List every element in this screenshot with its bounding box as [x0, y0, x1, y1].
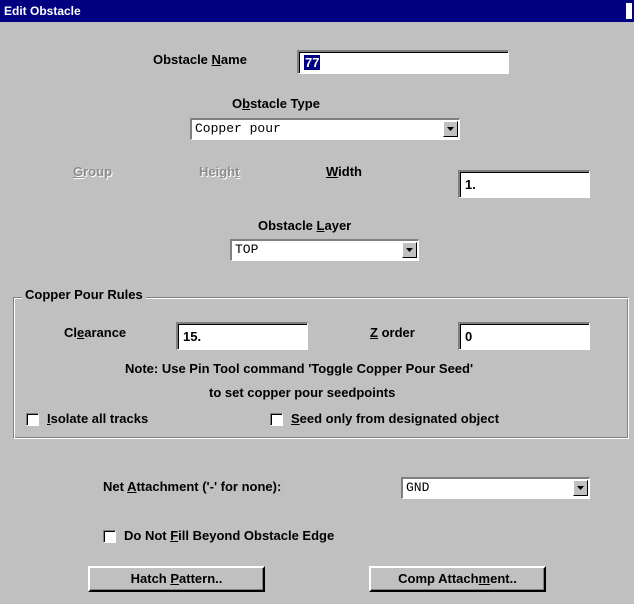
chevron-down-icon — [577, 486, 584, 490]
width-field[interactable]: 1. — [458, 170, 590, 198]
height-label: Height — [199, 164, 240, 179]
clearance-label: Clearance — [64, 325, 127, 340]
z-order-label: Z order — [370, 325, 415, 340]
z-order-field[interactable]: 0 — [458, 322, 590, 350]
isolate-all-tracks-label: Isolate all tracks — [47, 411, 149, 426]
title-bar[interactable]: Edit Obstacle — [0, 0, 634, 22]
seed-only-label: Seed only from designated object — [291, 411, 500, 426]
obstacle-type-value: Copper pour — [195, 121, 281, 136]
obstacle-type-dropdown-button[interactable] — [443, 121, 458, 137]
note-line-1: Note: Use Pin Tool command 'Toggle Coppe… — [125, 361, 474, 376]
do-not-fill-checkbox[interactable] — [103, 530, 116, 543]
width-value: 1. — [465, 177, 476, 192]
chevron-down-icon — [406, 248, 413, 252]
comp-attachment-button[interactable]: Comp Attachment.. — [369, 566, 546, 592]
obstacle-layer-select[interactable]: TOP — [230, 239, 419, 261]
window-title: Edit Obstacle — [4, 4, 81, 18]
net-attachment-dropdown-button[interactable] — [573, 480, 588, 496]
obstacle-type-select[interactable]: Copper pour — [190, 118, 460, 140]
copper-pour-rules-title: Copper Pour Rules — [22, 287, 146, 302]
clearance-value: 15. — [183, 329, 202, 344]
isolate-all-tracks-checkbox[interactable] — [26, 413, 39, 426]
edit-obstacle-dialog: Edit Obstacle Obstacle Name 77 Obstacle … — [0, 0, 634, 604]
obstacle-layer-label: Obstacle Layer — [258, 218, 352, 233]
z-order-value: 0 — [465, 329, 473, 344]
chevron-down-icon — [447, 127, 454, 131]
clearance-field[interactable]: 15. — [176, 322, 308, 350]
obstacle-layer-dropdown-button[interactable] — [402, 242, 417, 258]
group-label: Group — [73, 164, 113, 179]
obstacle-name-value: 77 — [304, 55, 321, 70]
hatch-pattern-button[interactable]: Hatch Pattern.. — [88, 566, 265, 592]
net-attachment-value: GND — [406, 480, 430, 495]
obstacle-type-label: Obstacle Type — [232, 96, 320, 111]
seed-only-checkbox[interactable] — [270, 413, 283, 426]
obstacle-name-label: Obstacle Name — [153, 52, 247, 67]
note-line-2: to set copper pour seedpoints — [209, 385, 396, 400]
title-bar-button[interactable] — [626, 3, 632, 19]
obstacle-layer-value: TOP — [235, 242, 259, 257]
net-attachment-label: Net Attachment ('-' for none): — [103, 479, 282, 494]
width-label: Width — [326, 164, 362, 179]
net-attachment-select[interactable]: GND — [401, 477, 590, 499]
obstacle-name-field[interactable]: 77 — [297, 50, 509, 74]
do-not-fill-label: Do Not Fill Beyond Obstacle Edge — [124, 528, 335, 543]
